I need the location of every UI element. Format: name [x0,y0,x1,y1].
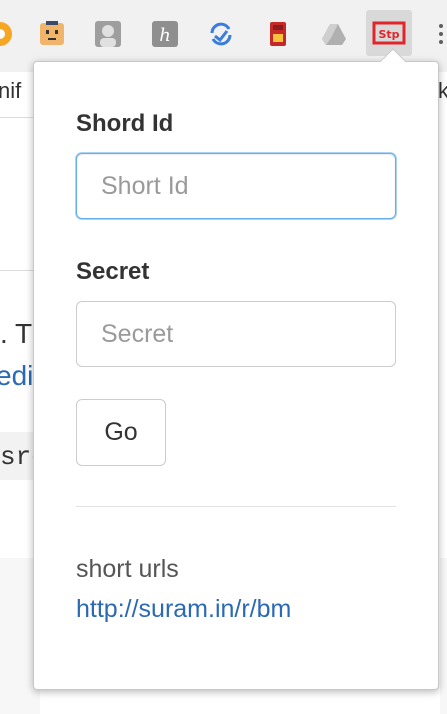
short-id-label: Shord Id [76,110,174,137]
drive-extension-icon[interactable] [320,20,348,48]
secret-label: Secret [76,258,150,285]
stp-label: Stp [378,28,399,41]
avatar-extension-icon[interactable] [94,20,122,48]
go-button[interactable]: Go [76,399,166,466]
sd-card-extension-icon[interactable] [264,20,292,48]
secret-input[interactable] [76,301,396,367]
short-urls-heading: short urls [76,555,179,583]
divider [76,506,396,507]
browser-menu-icon[interactable] [436,18,446,50]
extension-popup: Shord Id Secret Go short urls http://sur… [33,48,439,690]
stp-icon: Stp [372,21,406,45]
sync-extension-icon[interactable] [207,20,235,48]
bg-tab-text-right: k [438,78,447,103]
bg-link-text[interactable]: edi [0,360,33,392]
h-extension-icon[interactable]: h [151,20,179,48]
bg-tab-text-left: nif [0,78,22,103]
short-id-input[interactable] [76,153,396,219]
short-url-link[interactable]: http://suram.in/r/bm [76,595,291,624]
extension-orange-icon[interactable] [0,20,14,48]
bg-body-text: . T [0,318,33,349]
bg-panel [440,558,447,714]
stp-extension-button[interactable]: Stp [366,10,412,56]
face-extension-icon[interactable] [38,20,66,48]
svg-text:h: h [159,25,171,46]
